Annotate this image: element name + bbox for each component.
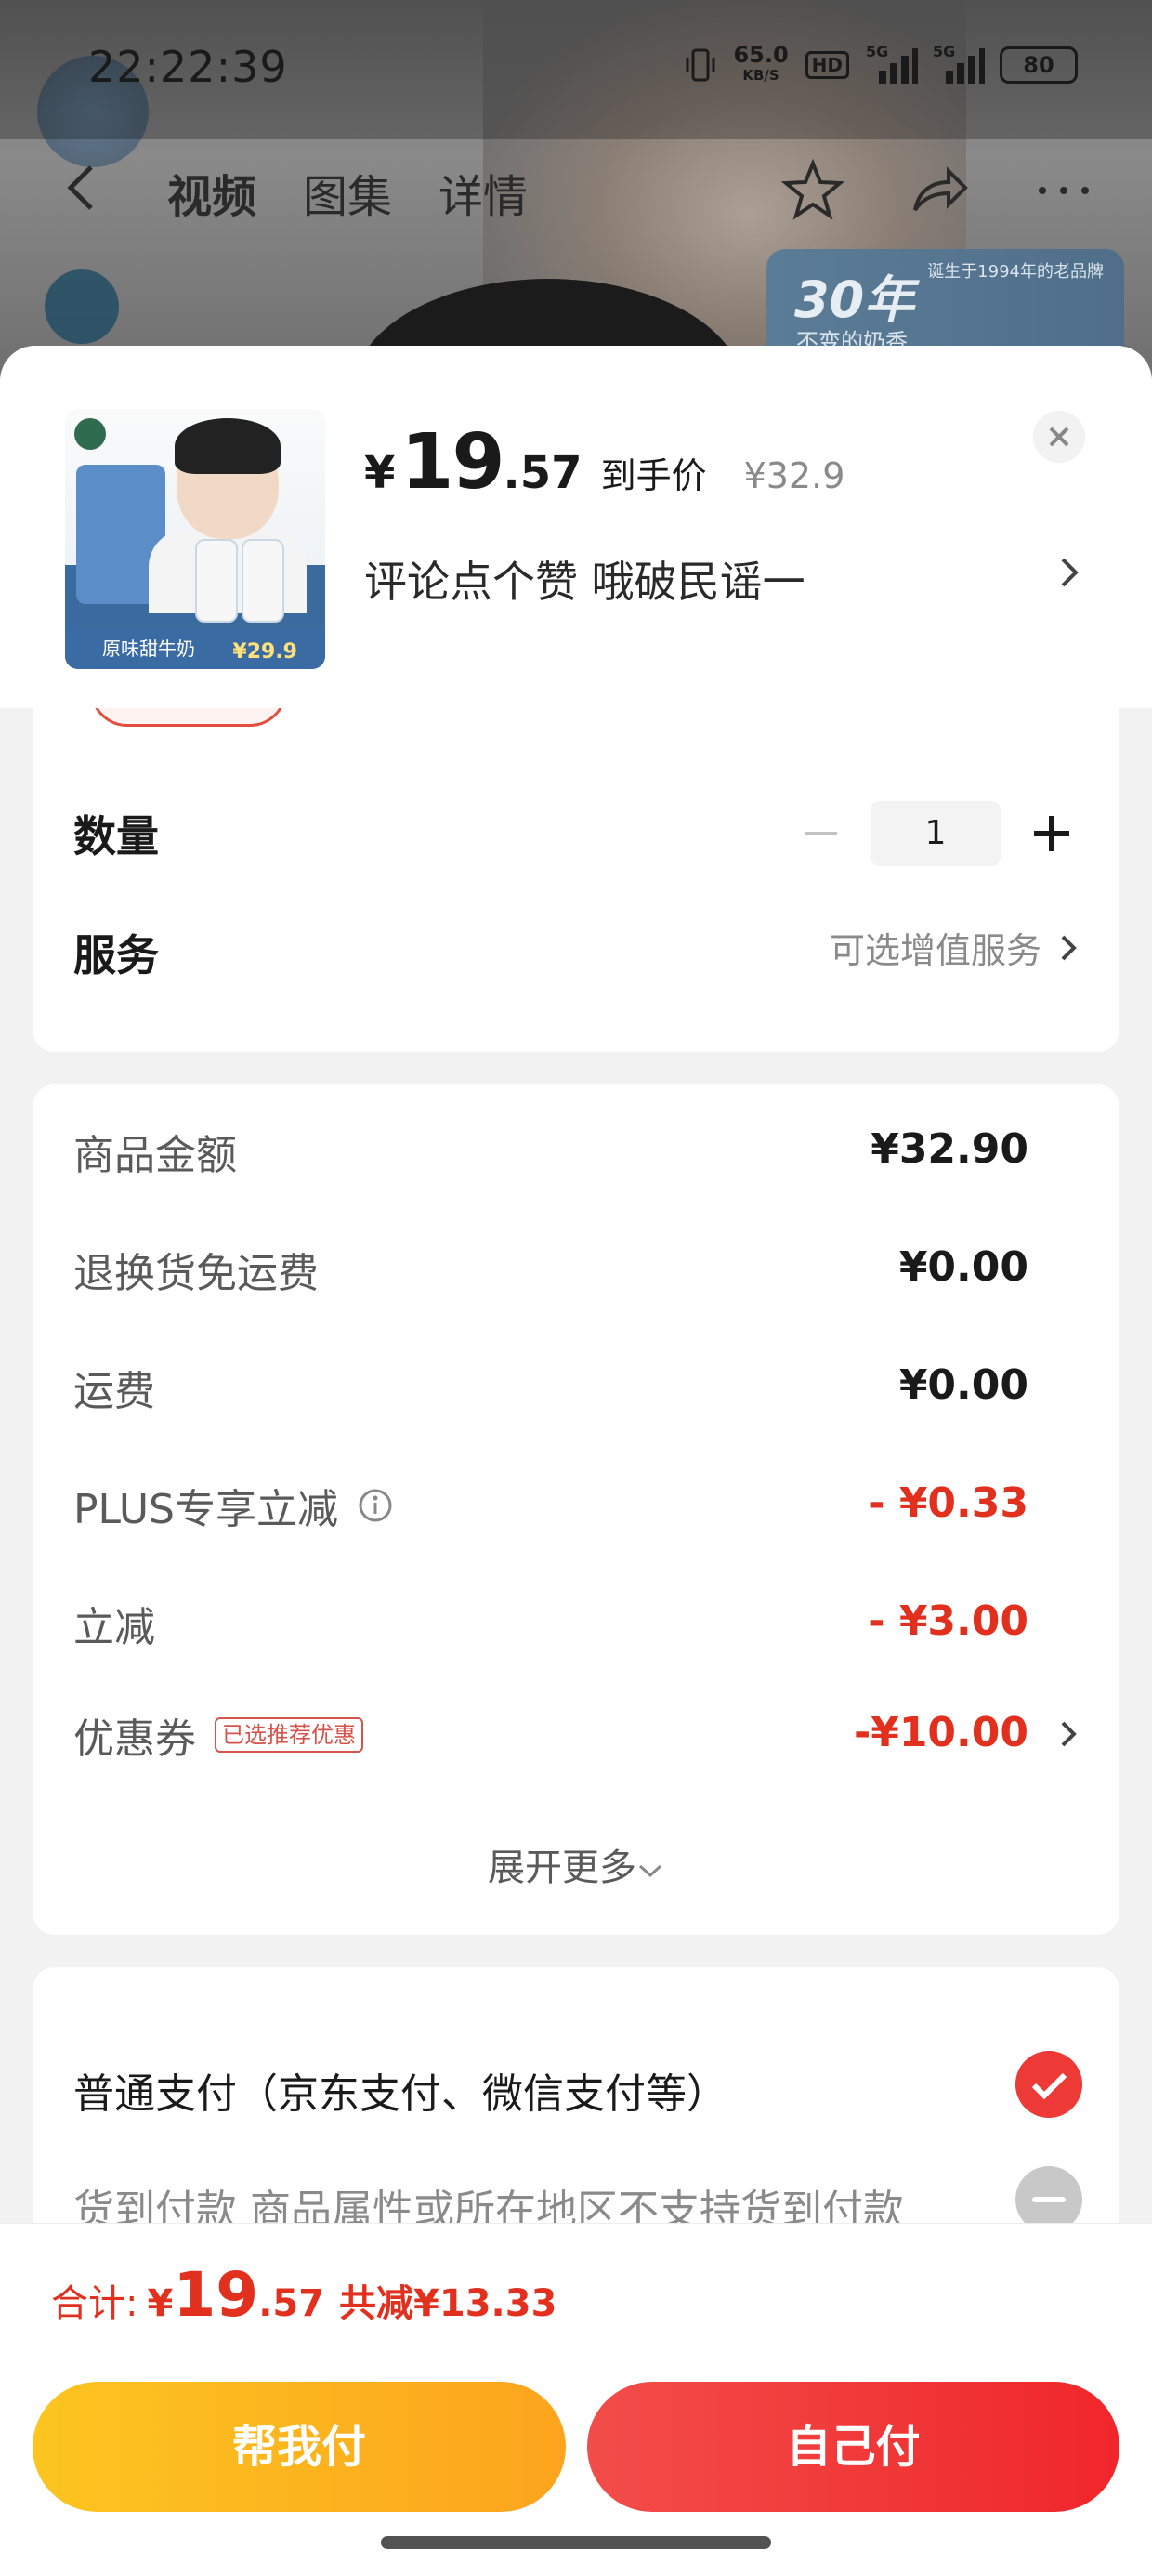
brand-logo-thumb-icon xyxy=(74,418,106,450)
status-bar: 22:22:39 65.0 KB/S HD 5G 5G 80 xyxy=(0,0,1152,139)
sheet-header: 原味甜牛奶 ¥29.9 ¥ 19 .57 到手价 ¥32.9 评论点个赞 哦破民… xyxy=(0,346,1152,708)
brand-logo-small-icon xyxy=(45,269,119,344)
close-icon[interactable] xyxy=(1033,411,1085,463)
tab-video[interactable]: 视频 xyxy=(167,160,256,225)
status-icons: 65.0 KB/S HD 5G 5G 80 xyxy=(685,42,1078,85)
tab-gallery[interactable]: 图集 xyxy=(303,160,392,225)
original-price: ¥32.9 xyxy=(743,455,845,496)
checkout-footer: 合计: ¥ 19 .57 共减¥13.33 帮我付 自己付 xyxy=(0,2223,1152,2576)
fee-row: 商品金额 ¥32.90 xyxy=(33,1112,1119,1187)
payment-option-normal[interactable]: 普通支付（京东支付、微信支付等） xyxy=(73,2060,727,2120)
battery-indicator: 80 xyxy=(1000,46,1078,84)
final-price: ¥ 19 .57 到手价 ¥32.9 xyxy=(364,418,844,506)
fee-value: ¥0.00 xyxy=(898,1243,1028,1291)
chevron-down-icon xyxy=(638,1864,662,1878)
service-value: 可选增值服务 xyxy=(829,930,1041,971)
payment-method-card: 普通支付（京东支付、微信支付等） 货到付款 商品属性或所在地区不支持货到付款 xyxy=(33,1967,1119,2246)
price-integer: 19 xyxy=(400,418,504,506)
fee-value: - ¥3.00 xyxy=(868,1597,1028,1645)
fee-label: 退换货免运费 xyxy=(73,1250,319,1297)
service-label: 服务 xyxy=(73,930,159,980)
tab-details[interactable]: 详情 xyxy=(439,160,528,225)
price-label: 到手价 xyxy=(600,455,707,496)
back-arrow-icon[interactable] xyxy=(56,160,111,216)
fee-label: 运费 xyxy=(73,1368,155,1415)
product-nav-bar: 视频 图集 详情 xyxy=(0,139,1152,242)
thumb-price: ¥29.9 xyxy=(232,640,297,664)
quantity-label: 数量 xyxy=(73,811,159,861)
price-currency: ¥ xyxy=(364,447,396,499)
self-pay-button[interactable]: 自己付 xyxy=(587,2382,1119,2512)
fee-value: ¥32.90 xyxy=(871,1125,1028,1173)
fee-row: 退换货免运费 ¥0.00 xyxy=(33,1230,1119,1305)
background-product-page: 诞生于1994年的老品牌 30年 不变的奶香 22:22:39 65.0 KB/… xyxy=(0,0,1152,390)
chevron-right-icon[interactable] xyxy=(1055,554,1083,591)
coupon-row[interactable]: 优惠券 已选推荐优惠 -¥10.00 xyxy=(33,1696,1119,1770)
share-icon[interactable] xyxy=(906,158,971,223)
fee-row: 运费 ¥0.00 xyxy=(33,1348,1119,1423)
expand-more-button[interactable]: 展开更多 xyxy=(33,1837,1119,1891)
vibrate-icon xyxy=(686,48,715,82)
product-thumbnail[interactable]: 原味甜牛奶 ¥29.9 xyxy=(65,409,325,669)
total-integer: 19 xyxy=(173,2259,259,2331)
quantity-decrease-button[interactable] xyxy=(792,806,848,861)
chevron-right-icon xyxy=(1061,935,1077,960)
fee-label: 优惠券 已选推荐优惠 xyxy=(73,1705,363,1765)
order-total: 合计: ¥ 19 .57 共减¥13.33 xyxy=(51,2259,556,2331)
price-decimal: .57 xyxy=(503,447,583,499)
fee-label: 立减 xyxy=(73,1604,155,1651)
status-time: 22:22:39 xyxy=(88,42,288,92)
fee-row: 立减 - ¥3.00 xyxy=(33,1584,1119,1659)
fee-value: -¥10.00 xyxy=(853,1709,1028,1756)
quantity-increase-button[interactable] xyxy=(1023,806,1079,861)
fee-value: - ¥0.33 xyxy=(868,1479,1028,1527)
quantity-stepper: 1 xyxy=(792,801,1079,866)
check-icon[interactable] xyxy=(1015,2051,1082,2118)
info-icon[interactable] xyxy=(357,1487,394,1524)
total-label: 合计: xyxy=(51,2282,138,2325)
more-icon[interactable] xyxy=(1031,158,1096,223)
fee-label: PLUS专享立减 xyxy=(73,1476,394,1535)
fee-value: ¥0.00 xyxy=(898,1361,1028,1409)
fee-row: PLUS专享立减 - ¥0.33 xyxy=(33,1466,1119,1541)
ad-headline: 30年 xyxy=(794,270,915,329)
recommended-coupon-tag: 已选推荐优惠 xyxy=(215,1717,363,1753)
fee-label: 商品金额 xyxy=(73,1132,237,1179)
home-indicator[interactable] xyxy=(381,2536,771,2549)
total-decimal: .57 xyxy=(258,2282,325,2325)
price-breakdown-card: 商品金额 ¥32.90 退换货免运费 ¥0.00 运费 ¥0.00 PLUS专享… xyxy=(33,1084,1119,1935)
hd-badge: HD xyxy=(805,51,849,79)
total-currency: ¥ xyxy=(147,2282,174,2325)
ad-tag: 诞生于1994年的老品牌 xyxy=(927,262,1104,282)
nav-tabs: 视频 图集 详情 xyxy=(167,160,528,225)
nav-actions xyxy=(780,158,1096,223)
help-pay-button[interactable]: 帮我付 xyxy=(33,2382,566,2512)
signal-icon: 5G xyxy=(866,43,918,84)
network-speed: 65.0 KB/S xyxy=(733,42,789,84)
total-saving: 共减¥13.33 xyxy=(339,2282,557,2325)
selected-variant[interactable]: 评论点个赞 哦破民谣一 xyxy=(364,548,805,610)
service-selector[interactable]: 可选增值服务 xyxy=(830,922,1079,973)
chevron-right-icon xyxy=(1061,1721,1077,1747)
signal-icon-2: 5G xyxy=(933,43,985,84)
quantity-value[interactable]: 1 xyxy=(871,801,1001,866)
star-icon[interactable] xyxy=(780,158,845,223)
